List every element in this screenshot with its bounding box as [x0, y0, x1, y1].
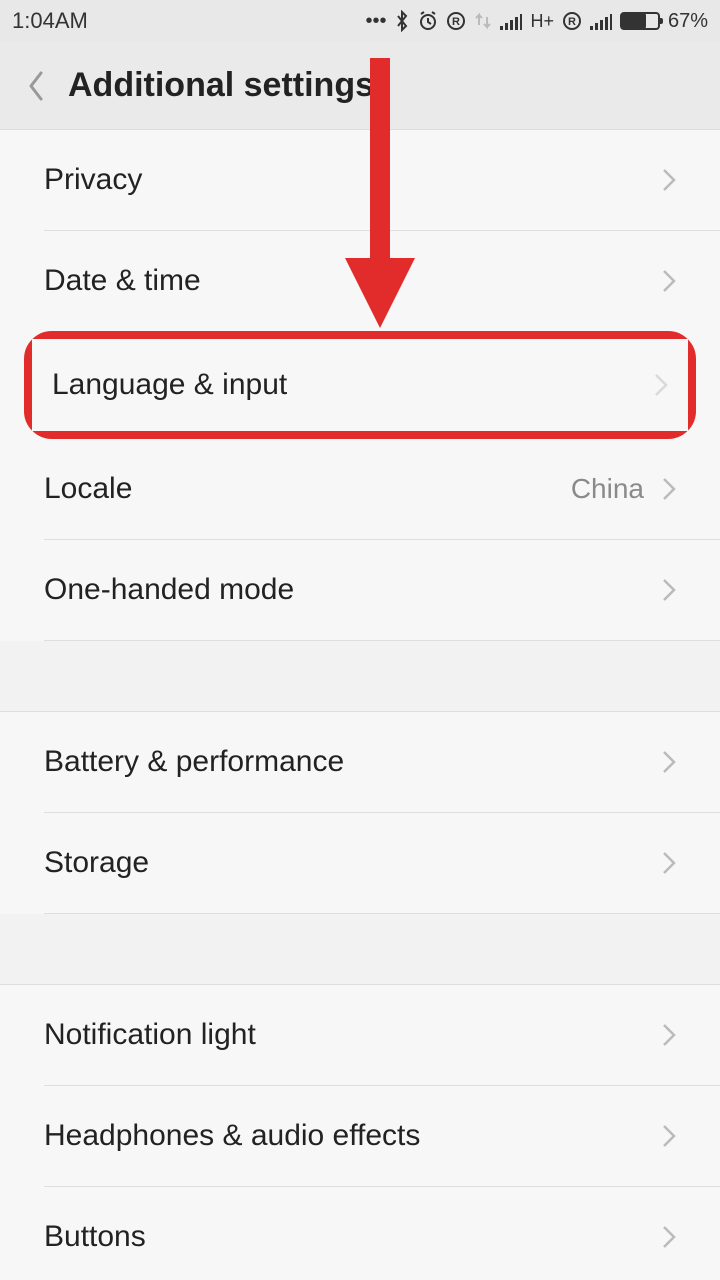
- row-value: China: [571, 473, 644, 505]
- chevron-right-icon: [654, 373, 668, 397]
- chevron-right-icon: [662, 168, 676, 192]
- battery-percent: 67%: [668, 10, 708, 33]
- row-one-handed[interactable]: One-handed mode: [0, 540, 720, 640]
- section-gap: [0, 641, 720, 711]
- chevron-right-icon: [662, 1023, 676, 1047]
- navbar: Additional settings: [0, 42, 720, 130]
- row-buttons[interactable]: Buttons: [0, 1187, 720, 1280]
- row-label: Language & input: [52, 368, 654, 402]
- alarm-icon: [418, 11, 438, 31]
- row-label: One-handed mode: [44, 573, 662, 607]
- registered-icon-2: R: [562, 11, 582, 31]
- row-label: Storage: [44, 846, 662, 880]
- annotation-highlight: Language & input: [24, 331, 696, 439]
- data-transfer-icon: [474, 11, 492, 31]
- status-bar: 1:04AM ••• R H+ R 67%: [0, 0, 720, 42]
- registered-icon: R: [446, 11, 466, 31]
- section-gap: [0, 914, 720, 984]
- row-label: Locale: [44, 472, 571, 506]
- battery-icon: [620, 12, 660, 30]
- settings-list: Privacy Date & time Language & input Loc…: [0, 130, 720, 1280]
- chevron-right-icon: [662, 269, 676, 293]
- row-locale[interactable]: Locale China: [0, 439, 720, 539]
- more-icon: •••: [365, 10, 386, 33]
- page-title: Additional settings: [68, 66, 374, 105]
- row-label: Privacy: [44, 163, 662, 197]
- svg-text:R: R: [452, 16, 460, 28]
- status-icons: ••• R H+ R 67%: [365, 10, 708, 33]
- row-headphones[interactable]: Headphones & audio effects: [0, 1086, 720, 1186]
- signal-icon-2: [590, 12, 612, 30]
- row-label: Headphones & audio effects: [44, 1119, 662, 1153]
- chevron-right-icon: [662, 578, 676, 602]
- signal-icon-1: [500, 12, 522, 30]
- back-button[interactable]: [10, 60, 62, 112]
- row-label: Buttons: [44, 1220, 662, 1254]
- status-time: 1:04AM: [12, 8, 88, 34]
- row-notification-light[interactable]: Notification light: [0, 985, 720, 1085]
- bluetooth-icon: [394, 10, 410, 32]
- svg-text:R: R: [568, 16, 576, 28]
- row-storage[interactable]: Storage: [0, 813, 720, 913]
- chevron-right-icon: [662, 1124, 676, 1148]
- chevron-right-icon: [662, 851, 676, 875]
- row-label: Battery & performance: [44, 745, 662, 779]
- chevron-right-icon: [662, 477, 676, 501]
- row-label: Notification light: [44, 1018, 662, 1052]
- chevron-right-icon: [662, 1225, 676, 1249]
- chevron-right-icon: [662, 750, 676, 774]
- row-privacy[interactable]: Privacy: [0, 130, 720, 230]
- network-type: H+: [530, 11, 554, 32]
- row-label: Date & time: [44, 264, 662, 298]
- row-battery-performance[interactable]: Battery & performance: [0, 712, 720, 812]
- row-language-input[interactable]: Language & input: [32, 339, 688, 431]
- row-date-time[interactable]: Date & time: [0, 231, 720, 331]
